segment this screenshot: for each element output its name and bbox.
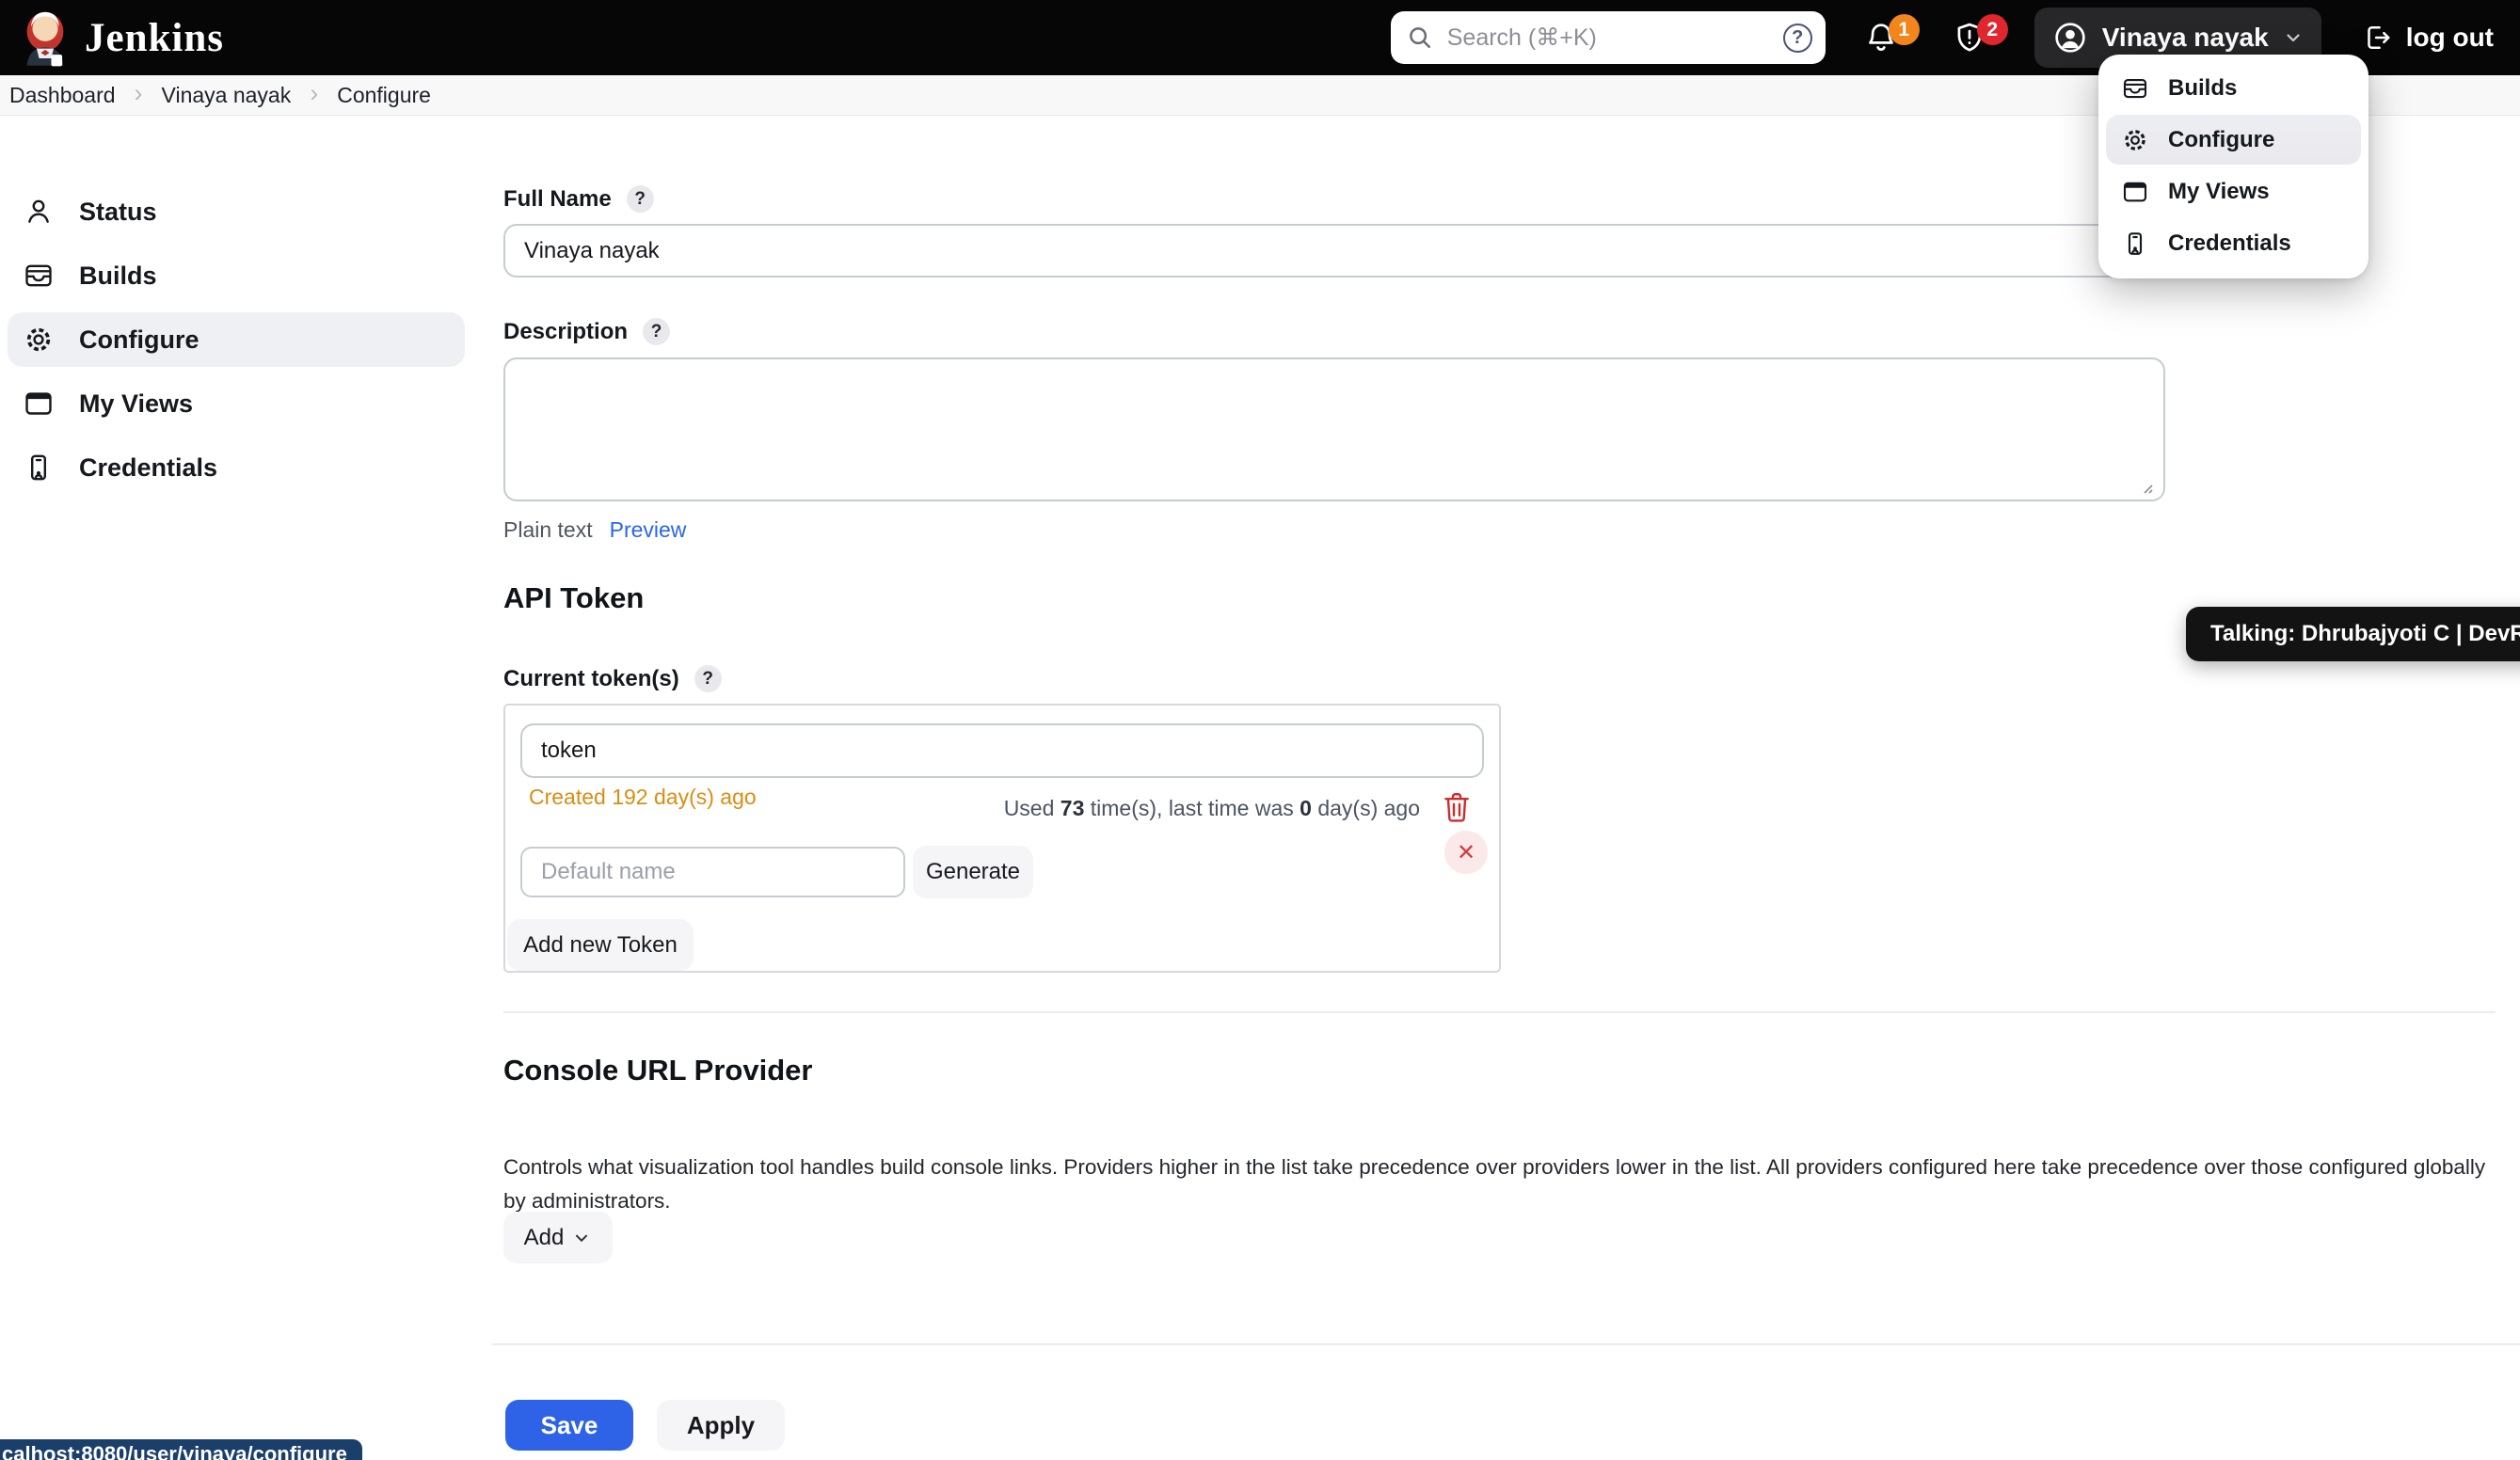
notifications-badge: 1 xyxy=(1889,14,1920,45)
user-dropdown-menu: Builds Configure My Views Credentials xyxy=(2098,55,2368,278)
add-new-token-button[interactable]: Add new Token xyxy=(507,919,694,971)
gear-icon xyxy=(23,324,55,356)
full-name-label-row: Full Name ? xyxy=(503,185,654,213)
generate-token-button[interactable]: Generate xyxy=(913,846,1033,898)
sidebar: Status Builds Configure My Views xyxy=(8,184,465,504)
menu-item-builds[interactable]: Builds xyxy=(2106,63,2361,113)
menu-item-label: Configure xyxy=(2168,127,2274,153)
search-input[interactable] xyxy=(1445,24,1772,53)
help-icon[interactable]: ? xyxy=(627,185,654,213)
builds-icon xyxy=(23,260,55,292)
brand-title: Jenkins xyxy=(85,15,224,61)
security-button[interactable]: 2 xyxy=(1952,20,1987,56)
sidebar-item-status[interactable]: Status xyxy=(8,184,465,239)
menu-item-label: Credentials xyxy=(2168,230,2291,257)
id-card-icon xyxy=(23,452,55,484)
sidebar-item-my-views[interactable]: My Views xyxy=(8,376,465,431)
id-card-icon xyxy=(2121,230,2149,258)
help-icon[interactable]: ? xyxy=(694,665,722,692)
footer-divider xyxy=(492,1343,2520,1345)
breadcrumb-separator-icon: › xyxy=(135,81,143,106)
logout-button[interactable]: log out xyxy=(2355,21,2499,55)
help-icon[interactable]: ? xyxy=(643,318,670,345)
sidebar-item-builds[interactable]: Builds xyxy=(8,248,465,303)
jenkins-butler-icon xyxy=(21,8,70,67)
plain-text-label: Plain text xyxy=(503,517,593,543)
resize-handle-icon[interactable] xyxy=(2137,478,2156,497)
console-url-description: Controls what visualization tool handles… xyxy=(503,1151,2500,1218)
chevron-down-icon xyxy=(2282,26,2305,49)
console-url-heading: Console URL Provider xyxy=(503,1054,812,1087)
jenkins-brand[interactable]: Jenkins xyxy=(21,8,224,67)
sidebar-item-configure[interactable]: Configure xyxy=(8,312,465,367)
full-name-input[interactable] xyxy=(503,224,2165,278)
token-card: Created 192 day(s) ago Used 73 time(s), … xyxy=(503,704,1501,973)
token-name-input[interactable] xyxy=(520,723,1484,778)
section-divider xyxy=(503,1011,2496,1013)
avatar-icon xyxy=(2051,19,2089,56)
add-provider-button[interactable]: Add xyxy=(503,1212,613,1263)
full-name-label: Full Name xyxy=(503,186,612,213)
apply-button[interactable]: Apply xyxy=(657,1400,785,1451)
notifications-button[interactable]: 1 xyxy=(1863,20,1899,56)
menu-item-configure[interactable]: Configure xyxy=(2106,115,2361,165)
sidebar-item-label: Configure xyxy=(79,325,199,355)
current-tokens-label: Current token(s) xyxy=(503,666,679,692)
save-button[interactable]: Save xyxy=(505,1400,633,1451)
chevron-down-icon xyxy=(571,1228,592,1248)
breadcrumb-separator-icon: › xyxy=(310,81,318,106)
token-created-text: Created 192 day(s) ago xyxy=(529,785,757,810)
sidebar-item-label: My Views xyxy=(79,389,193,419)
status-url-bar: calhost:8080/user/vinaya/configure xyxy=(0,1439,362,1460)
breadcrumb-dashboard[interactable]: Dashboard xyxy=(9,83,116,108)
search-help-icon[interactable]: ? xyxy=(1783,24,1812,53)
logout-icon xyxy=(2361,22,2393,54)
description-textarea[interactable] xyxy=(503,357,2165,501)
builds-icon xyxy=(2121,74,2149,103)
trash-icon xyxy=(1441,789,1473,825)
gear-icon xyxy=(2121,126,2149,154)
menu-item-credentials[interactable]: Credentials xyxy=(2106,218,2361,268)
description-label: Description xyxy=(503,319,628,345)
user-icon xyxy=(23,196,55,228)
sidebar-item-credentials[interactable]: Credentials xyxy=(8,440,465,495)
search-icon xyxy=(1406,24,1434,52)
menu-item-label: Builds xyxy=(2168,75,2237,102)
api-token-heading: API Token xyxy=(503,581,644,615)
preview-link[interactable]: Preview xyxy=(610,517,687,543)
sidebar-item-label: Credentials xyxy=(79,453,217,483)
menu-item-my-views[interactable]: My Views xyxy=(2106,167,2361,216)
menu-item-label: My Views xyxy=(2168,179,2270,205)
security-badge: 2 xyxy=(1977,14,2008,45)
cancel-new-token-button[interactable]: ✕ xyxy=(1444,831,1488,874)
sidebar-item-label: Status xyxy=(79,198,157,227)
breadcrumb-configure[interactable]: Configure xyxy=(337,83,431,108)
jenkins-configure-page: Jenkins ? 1 2 xyxy=(0,0,2520,1460)
token-usage-text: Used 73 time(s), last time was 0 day(s) … xyxy=(1004,796,1420,821)
new-token-name-input[interactable] xyxy=(520,847,905,897)
breadcrumb-user[interactable]: Vinaya nayak xyxy=(162,83,292,108)
window-icon xyxy=(23,388,55,420)
description-label-row: Description ? xyxy=(503,318,670,345)
close-icon: ✕ xyxy=(1457,839,1475,866)
add-provider-label: Add xyxy=(524,1225,565,1251)
sidebar-item-label: Builds xyxy=(79,262,157,291)
main-content: Full Name ? Description ? Plain text Pre… xyxy=(503,115,2504,1460)
logout-label: log out xyxy=(2406,23,2494,53)
current-tokens-label-row: Current token(s) ? xyxy=(503,665,722,692)
search-box[interactable]: ? xyxy=(1391,11,1826,64)
user-name: Vinaya nayak xyxy=(2102,23,2269,53)
delete-token-button[interactable] xyxy=(1438,786,1475,828)
talking-tooltip: Talking: Dhrubajyoti C | DevRel En... xyxy=(2186,607,2520,661)
window-icon xyxy=(2121,178,2149,206)
description-mode-row: Plain text Preview xyxy=(503,517,686,543)
